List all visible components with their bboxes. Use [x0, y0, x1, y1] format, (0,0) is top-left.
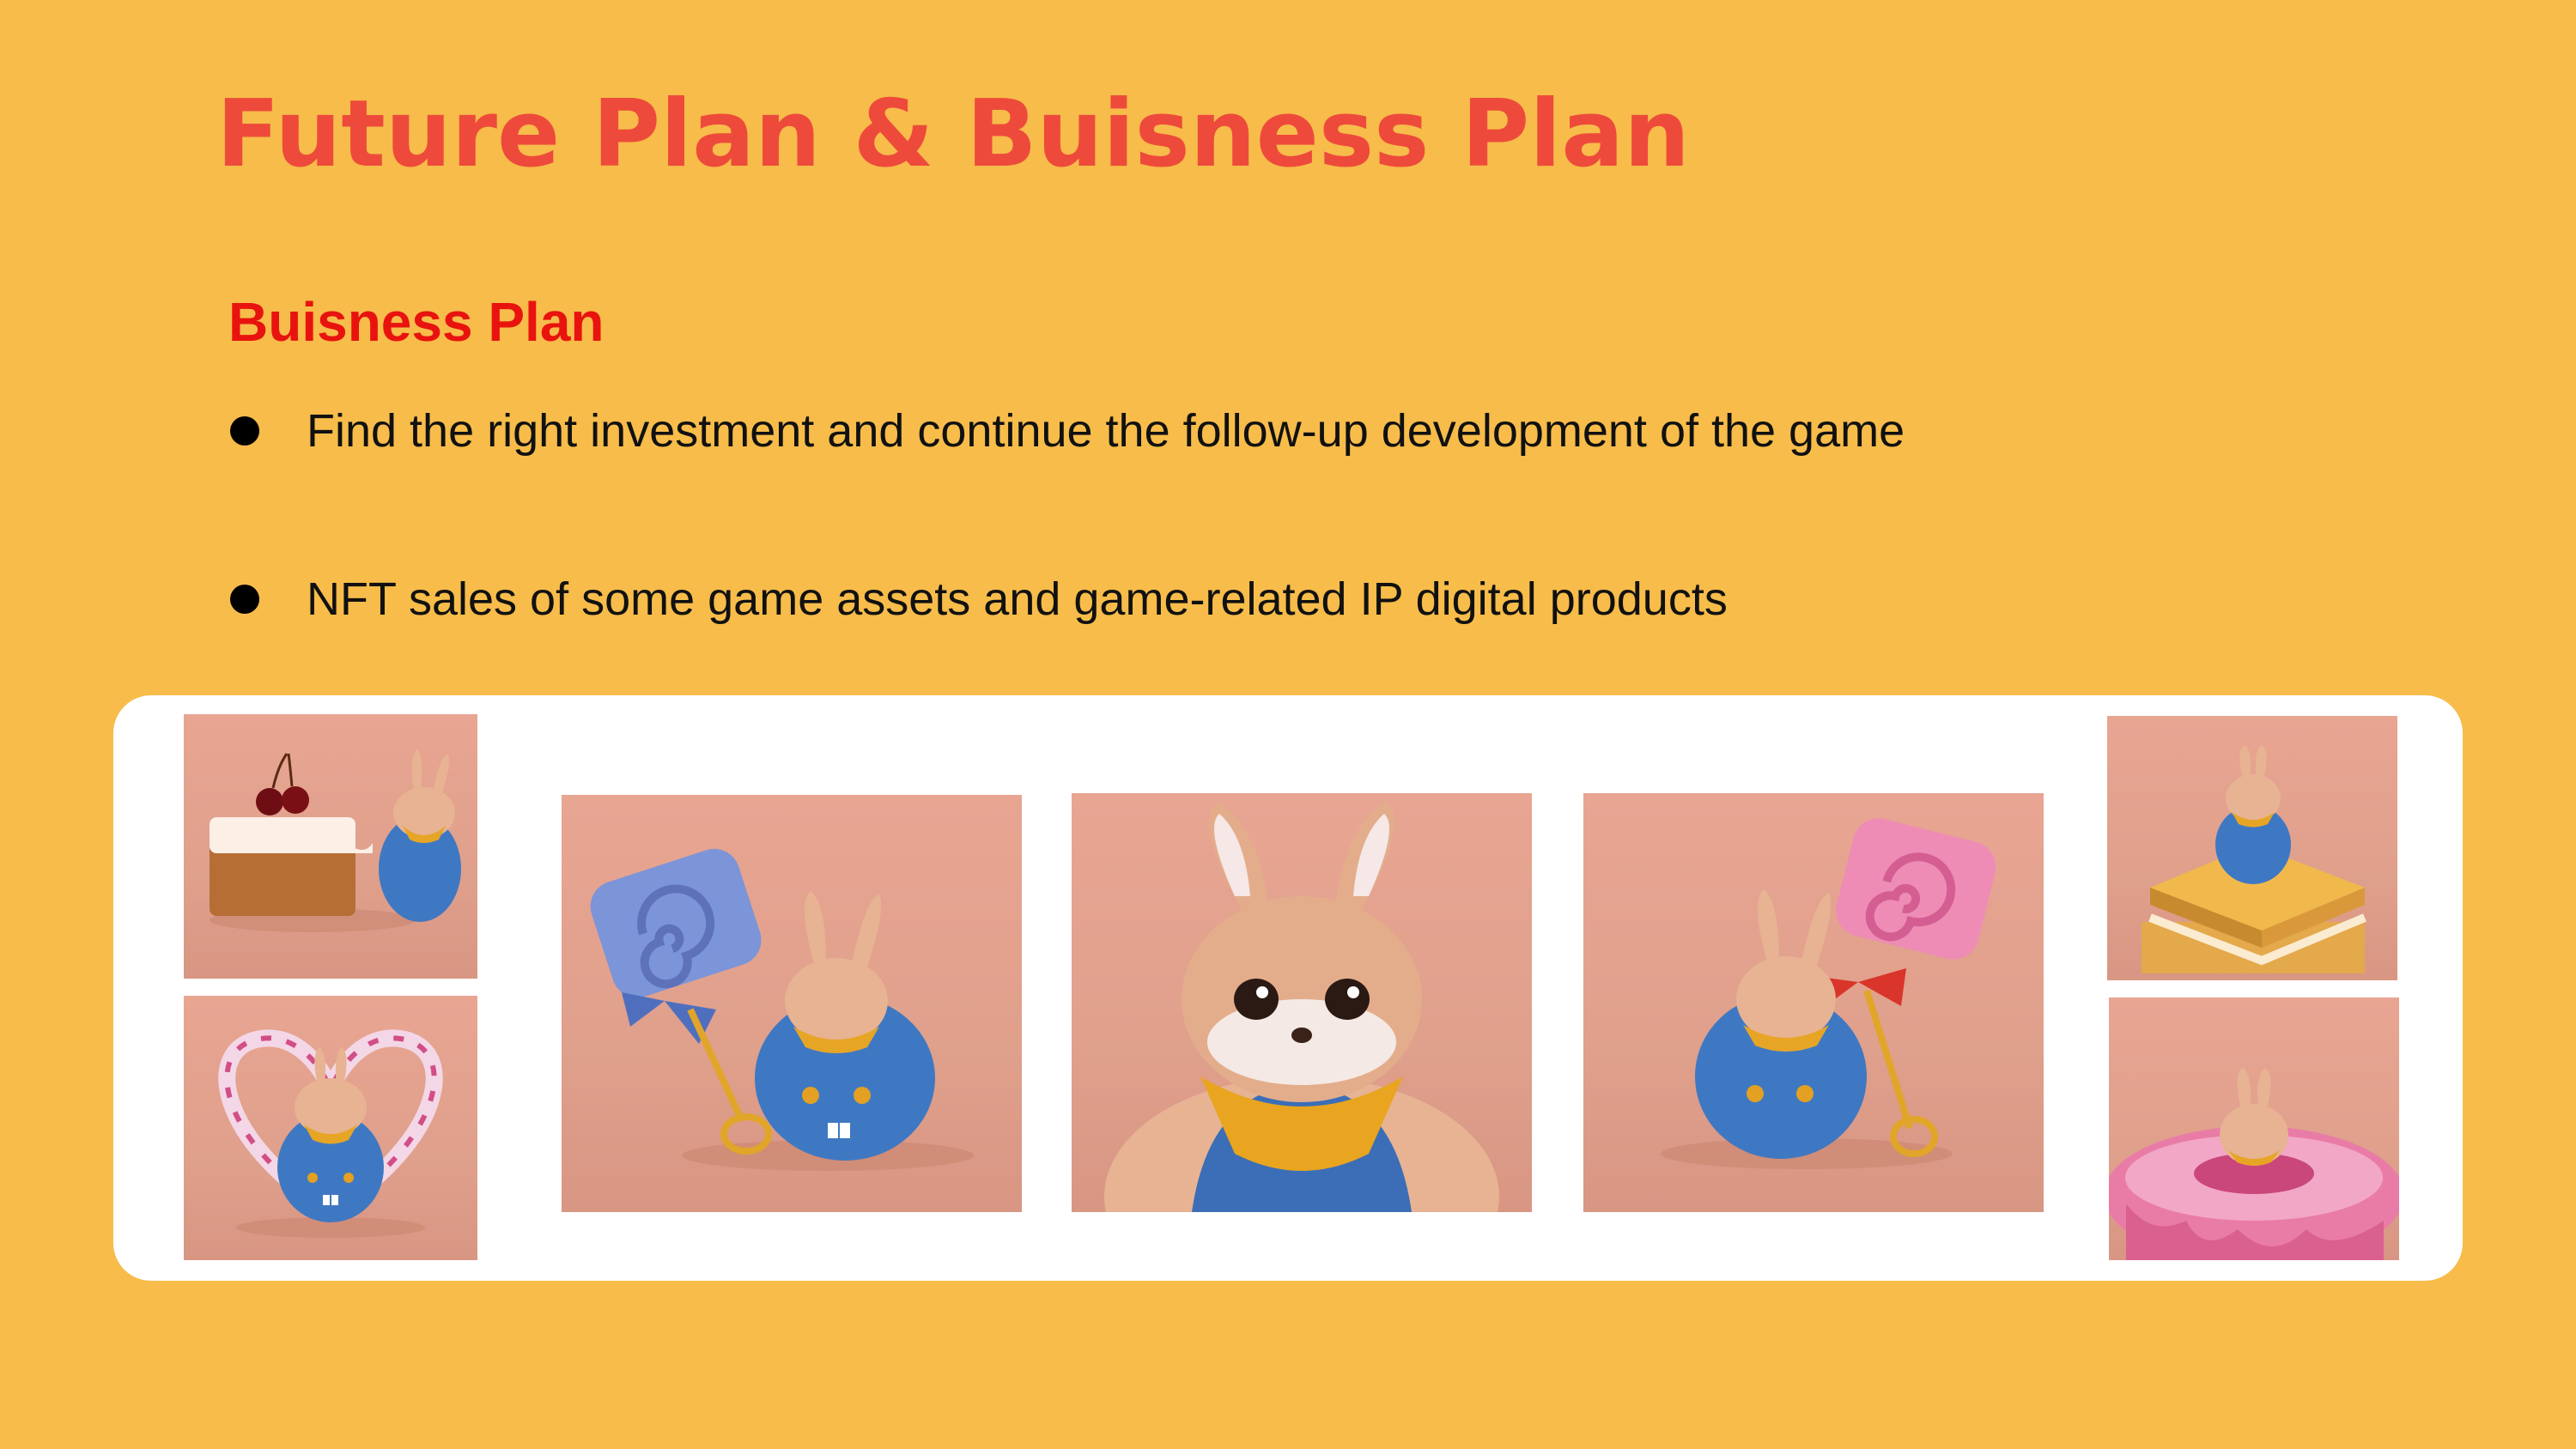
bullet-text: NFT sales of some game assets and game-r… [307, 573, 1728, 625]
bullet-item: NFT sales of some game assets and game-r… [230, 565, 1728, 634]
gallery-image-pink-lollipop-rabbit [1583, 793, 2044, 1212]
bullet-item: Find the right investment and continue t… [230, 397, 1905, 465]
image-gallery-panel [113, 695, 2463, 1281]
bullet-text: Find the right investment and continue t… [307, 405, 1905, 457]
bullet-dot-icon [230, 585, 259, 614]
gallery-image-donut-rabbit [2109, 997, 2399, 1260]
gallery-image-biscuit-rabbit [2107, 716, 2397, 980]
gallery-image-blue-lollipop-rabbit [562, 795, 1022, 1212]
section-heading: Buisness Plan [228, 291, 605, 353]
gallery-image-rabbit-closeup [1072, 793, 1532, 1212]
slide-title: Future Plan & Buisness Plan [216, 81, 1690, 188]
gallery-image-heart-rabbit [184, 996, 477, 1260]
bullet-dot-icon [230, 416, 259, 446]
gallery-image-cake-rabbit [184, 714, 477, 979]
